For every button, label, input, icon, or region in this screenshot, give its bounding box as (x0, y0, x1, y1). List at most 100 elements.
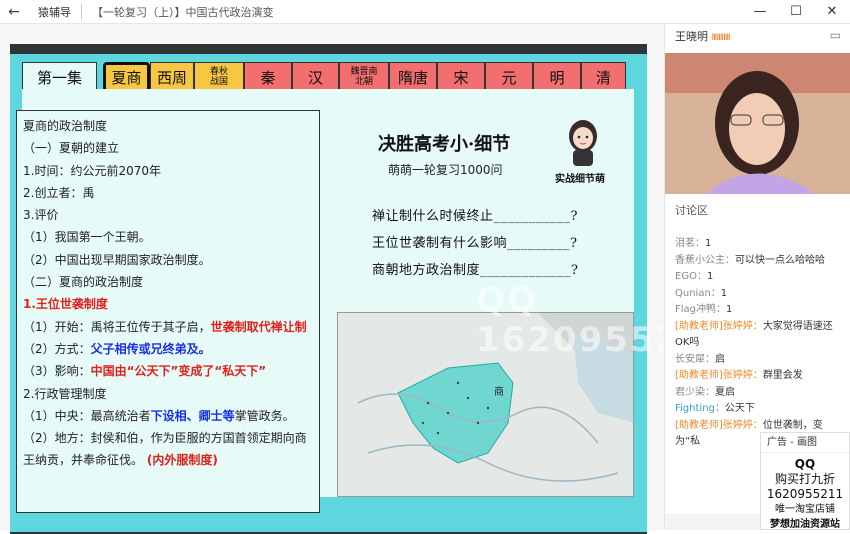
nav-weijin: 魏晋南北朝 (339, 62, 389, 92)
nav-qin: 秦 (244, 62, 292, 92)
chat-message: 泪茗：1 (675, 236, 845, 253)
notes-line: （3）影响：中国由“公天下”变成了“私天下” (23, 360, 313, 382)
chat-user: Flag冲鸭： (675, 304, 727, 315)
notes-line: 2.创立者：禹 (23, 185, 95, 200)
notes-red: 世袭制取代禅让制 (210, 319, 307, 334)
question-3: 商朝地方政治制度_____________? (372, 263, 579, 278)
tab-discussion[interactable]: 讨论区 (675, 202, 708, 218)
notes-line: （1）我国第一个王朝。 (23, 230, 151, 245)
nav-suitang: 隋唐 (389, 62, 437, 92)
document-title: 【一轮复习（上）】中国古代政治演变 (92, 5, 274, 19)
notes-line: （2）地方：封侯和伯，作为臣服的方国首领定期向商 (23, 431, 307, 446)
chat-text: 1 (720, 287, 728, 299)
chat-text: 群里会发 (762, 370, 803, 381)
chat-message: 君少染：夏启 (675, 385, 845, 402)
notes-text: （1）开始：禹将王位传于其子启， (23, 319, 211, 334)
question-1: 禅让制什么时候终止___________? (372, 209, 578, 224)
notes-heading: 夏商的政治制度 (23, 119, 108, 133)
notes-text: （1）中央：最高统治者 (23, 408, 151, 423)
notes-line: 3.评价 (23, 208, 59, 223)
nav-xizhou: 西周 (150, 62, 194, 92)
chat-message: 长安犀：启 (675, 352, 845, 369)
chat-user: 泪茗： (675, 238, 705, 249)
notes-blue: 父子相传或兄终弟及。 (90, 341, 211, 356)
map-shang-label: 商 (494, 385, 504, 398)
notes-text: （3）影响： (23, 364, 91, 379)
back-arrow-icon[interactable]: ← (0, 4, 28, 20)
ad-line: 1620955211 (766, 487, 844, 501)
notes-text: （2）方式： (23, 341, 91, 356)
chat-message: Fighting：公天下 (675, 401, 845, 418)
nav-episode: 第一集 (22, 62, 97, 92)
ad-line: 购买打九折 (774, 472, 835, 486)
slide-stage: 第一集 夏商 西周 春秋战国 秦 汉 魏晋南北朝 隋唐 宋 元 明 清 夏商的政… (0, 24, 731, 534)
notes-line: （1）中央：最高统治者下设相、卿士等掌管政务。 (23, 405, 313, 427)
chat-text: 启 (715, 353, 725, 365)
chat-list: 泪茗：1 香蕉小公主：可以快一点么哈哈哈 EGO：1 Qunian：1 Flag… (675, 236, 845, 451)
chat-user: Fighting： (675, 403, 725, 414)
tip-title: 决胜高考小·细节 (378, 134, 511, 155)
chat-user: [助教老师]张婷婷： (675, 419, 763, 431)
chat-text: 1 (726, 304, 733, 315)
chat-user: [助教老师]张婷婷： (675, 320, 763, 332)
question-2: 王位世袭制有什么影响_________? (372, 236, 578, 251)
nav-ming: 明 (533, 62, 581, 92)
nav-han: 汉 (292, 62, 339, 92)
notes-line: 王纳贡，并奉命征伐。 (内外服制度) (23, 449, 313, 471)
chat-message: [助教老师]张婷婷：大家觉得语速还OK吗 (675, 319, 845, 352)
nav-xiashang: 夏商 (103, 62, 150, 92)
teacher-bar: 王晓明 IIIIIIIIIII ▭ (665, 28, 850, 48)
signal-strength: IIIIIIIIIII (711, 33, 731, 43)
chat-message: EGO：1 (675, 269, 845, 286)
chat-user: 香蕉小公主： (675, 254, 735, 266)
chat-user: 君少染： (675, 386, 715, 398)
chat-user: [助教老师]张婷婷： (675, 370, 763, 381)
notes-red: 王位世袭制度 (35, 297, 108, 312)
notes-blue: 下设相、卿士等 (150, 408, 235, 423)
chat-message: [助教老师]张婷婷：群里会发 (675, 368, 845, 385)
notes-textbox: 夏商的政治制度 （一）夏朝的建立 1.时间：约公元前2070年 2.创立者：禹 … (16, 110, 320, 513)
title-bar: ← 猿辅导 【一轮复习（上）】中国古代政治演变 — ☐ ✕ (0, 0, 850, 24)
chat-message: 香蕉小公主：可以快一点么哈哈哈 (675, 253, 845, 270)
notes-line: 2.行政管理制度 (23, 386, 107, 401)
notes-red: (内外服制度) (146, 453, 218, 468)
chat-message: Flag冲鸭：1 (675, 302, 845, 319)
notes-red: 中国由“公天下”变成了“私天下” (90, 364, 267, 379)
teacher-name: 王晓明 (675, 30, 708, 43)
girl-label: 实战细节萌 (555, 174, 605, 185)
nav-chunqiu: 春秋战国 (194, 62, 244, 92)
maximize-button[interactable]: ☐ (778, 0, 814, 24)
ad-line: QQ (794, 457, 816, 471)
teacher-video-frame (665, 53, 850, 194)
notes-line: （2）中国出现早期国家政治制度。 (23, 252, 211, 267)
notes-line: （1）开始：禹将王位传于其子启，世袭制取代禅让制 (23, 316, 313, 338)
notes-red: 1. (23, 297, 36, 312)
ad-header: 广告 - 画图 (761, 433, 849, 453)
cartoon-girl-icon (569, 120, 597, 166)
close-button[interactable]: ✕ (814, 0, 850, 24)
notes-line: 1.王位世袭制度 (23, 293, 313, 315)
chat-text: 夏启 (715, 386, 735, 398)
notes-text: 王纳贡，并奉命征伐。 (23, 453, 144, 468)
minimize-button[interactable]: — (742, 0, 778, 24)
nav-chunqiu-label: 春秋战国 (209, 67, 228, 87)
chat-user: 长安犀： (675, 353, 715, 365)
nav-yuan: 元 (485, 62, 533, 92)
camera-off-icon[interactable]: ▭ (830, 28, 841, 42)
chat-text: 可以快一点么哈哈哈 (735, 254, 825, 266)
notes-line: （一）夏朝的建立 (23, 141, 120, 156)
chat-user: EGO： (675, 271, 707, 282)
tip-subtitle: 萌萌一轮复习1000问 (388, 163, 503, 177)
nav-weijin-label: 魏晋南北朝 (350, 67, 378, 87)
notes-text: 掌管政务。 (234, 408, 295, 423)
ad-popup[interactable]: 广告 - 画图 QQ 购买打九折 1620955211 唯一淘宝店铺 梦想加油资… (760, 432, 850, 530)
nav-qing: 清 (581, 62, 626, 92)
app-name: 猿辅导 (28, 3, 82, 20)
chat-message: Qunian：1 (675, 286, 845, 303)
ad-body: QQ 购买打九折 1620955211 唯一淘宝店铺 梦想加油资源站 (761, 453, 849, 532)
ad-line: 唯一淘宝店铺 (775, 504, 835, 515)
chat-user: Qunian： (675, 287, 721, 299)
dynasty-nav: 第一集 夏商 西周 春秋战国 秦 汉 魏晋南北朝 隋唐 宋 元 明 清 (22, 62, 634, 92)
window-controls: — ☐ ✕ (742, 0, 850, 24)
chat-text: 1 (706, 271, 714, 282)
